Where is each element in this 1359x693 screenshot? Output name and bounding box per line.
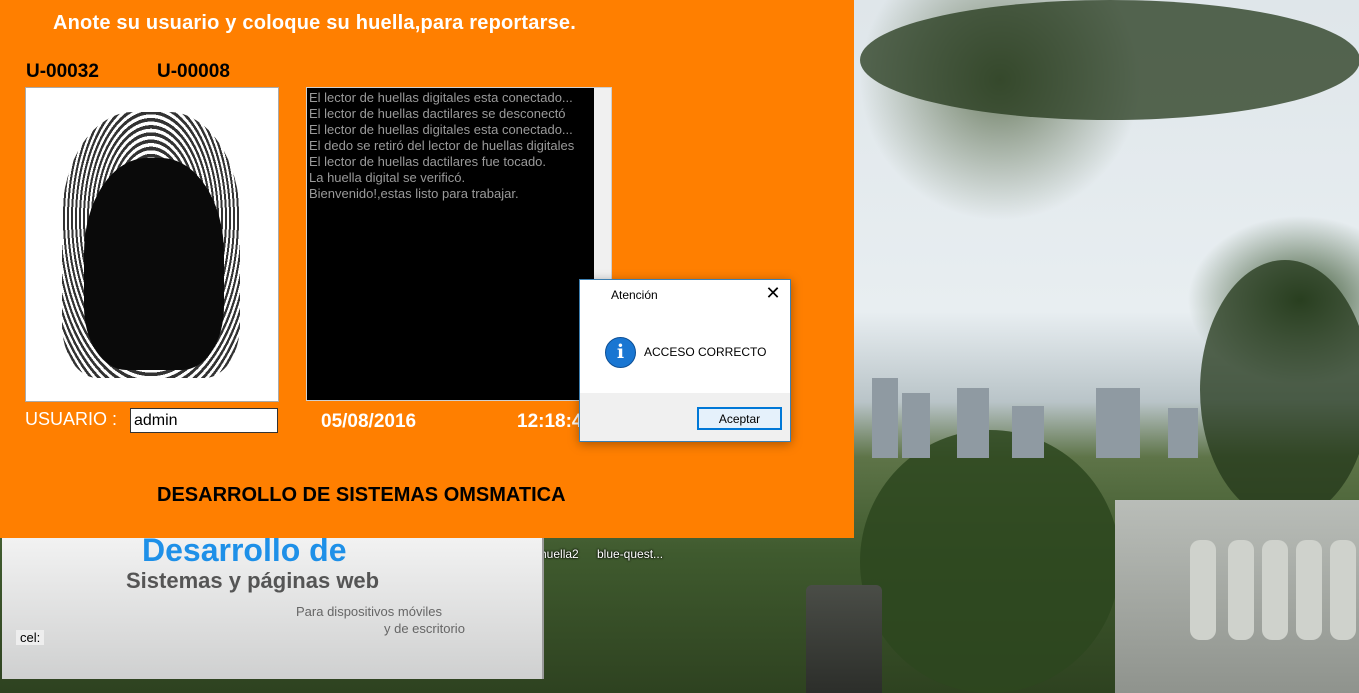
log-line: Bienvenido!,estas listo para trabajar. (309, 186, 519, 201)
garden-urn (806, 585, 882, 693)
usuario-input[interactable] (130, 408, 278, 433)
promo-tagline-1: Para dispositivos móviles (296, 604, 442, 619)
dialog-message: ACCESO CORRECTO (644, 345, 767, 359)
fingerprint-image (25, 87, 279, 402)
user-code-2: U-00008 (157, 61, 230, 82)
ok-button[interactable]: Aceptar (697, 407, 782, 430)
instruction-text: Anote su usuario y coloque su huella,par… (53, 12, 576, 34)
log-line: La huella digital se verificó. (309, 170, 466, 185)
time-label: 12:18:4 (517, 411, 583, 432)
dialog-footer: Aceptar (580, 393, 790, 441)
usuario-label: USUARIO : (25, 409, 118, 429)
desktop-icon-huella2[interactable]: huella2 (540, 547, 579, 561)
message-dialog: Atención ✕ i ACCESO CORRECTO Aceptar (579, 279, 791, 442)
fingerprint-attendance-window: Anote su usuario y coloque su huella,par… (0, 0, 854, 538)
promo-subtitle: Sistemas y páginas web (126, 568, 380, 593)
log-lines: El lector de huellas digitales esta cone… (309, 90, 593, 202)
promo-cel-label: cel: (16, 630, 45, 645)
reader-log[interactable]: El lector de huellas digitales esta cone… (306, 87, 612, 401)
log-line: El lector de huellas digitales esta cone… (309, 90, 573, 105)
user-code-1: U-00032 (26, 61, 99, 82)
date-label: 05/08/2016 (321, 411, 417, 432)
log-line: El dedo se retiró del lector de huellas … (309, 138, 575, 153)
log-line: El lector de huellas dactilares se desco… (309, 106, 566, 121)
info-icon: i (605, 337, 636, 368)
promo-tagline-2: y de escritorio (384, 621, 465, 636)
desktop-icon-blue-quest[interactable]: blue-quest... (597, 547, 663, 561)
log-line: El lector de huellas digitales esta cone… (309, 122, 573, 137)
footer-company: DESARROLLO DE SISTEMAS OMSMATICA (157, 484, 566, 506)
fingerprint-core (84, 158, 224, 370)
dialog-title: Atención (611, 288, 658, 302)
promo-window: Desarrollo de Sistemas y páginas web Par… (2, 532, 544, 679)
log-line: El lector de huellas dactilares fue toca… (309, 154, 547, 169)
close-icon[interactable]: ✕ (763, 283, 783, 303)
